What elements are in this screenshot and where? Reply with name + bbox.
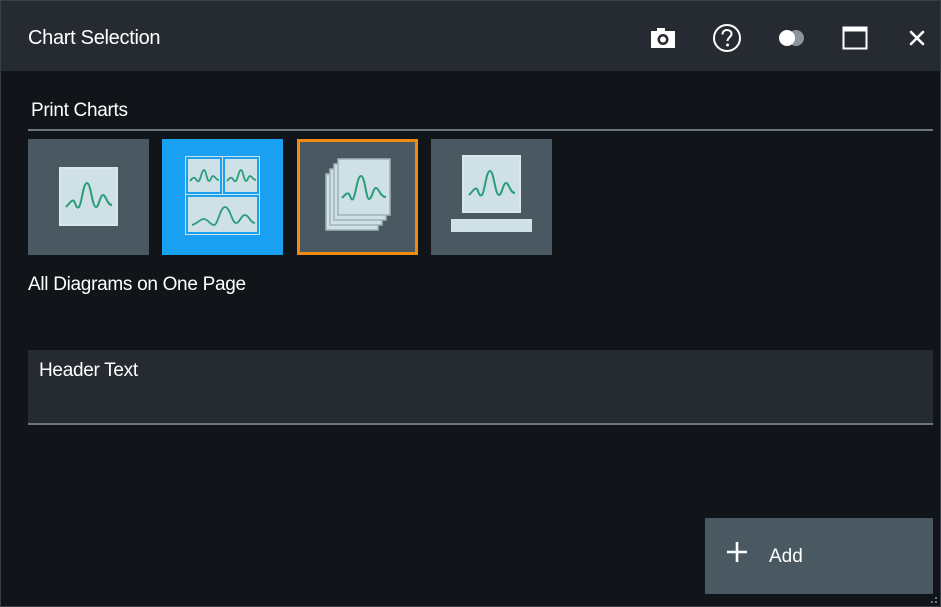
toggle-icon[interactable] — [774, 21, 808, 55]
single-diagram-option[interactable] — [28, 139, 149, 255]
header-text-field[interactable]: Header Text — [28, 350, 933, 425]
dialog-title: Chart Selection — [28, 27, 161, 49]
plus-icon — [727, 542, 747, 562]
print-charts-label: Print Charts — [31, 100, 128, 121]
chart-selection-dialog: Chart Selection Print Charts All Diagram… — [0, 0, 941, 607]
header-text-label: Header Text — [39, 360, 138, 381]
selected-layout-label: All Diagrams on One Page — [28, 274, 246, 295]
help-icon[interactable] — [710, 21, 744, 55]
maximize-icon[interactable] — [838, 21, 872, 55]
diagrams-on-separate-pages-option[interactable] — [297, 139, 418, 255]
section-divider — [28, 129, 933, 131]
diagram-with-table-icon — [451, 155, 532, 232]
multi-diagram-grid-icon — [185, 156, 260, 235]
resize-grip-icon[interactable] — [928, 594, 938, 604]
add-button[interactable]: Add — [705, 518, 933, 594]
title-bar: Chart Selection — [1, 1, 940, 71]
diagram-with-table-option[interactable] — [431, 139, 552, 255]
add-button-label: Add — [769, 546, 803, 567]
stacked-pages-icon — [325, 158, 391, 231]
single-diagram-icon — [59, 167, 118, 226]
all-diagrams-on-one-page-option[interactable] — [162, 139, 283, 255]
close-icon[interactable] — [900, 21, 934, 55]
camera-icon[interactable] — [646, 21, 680, 55]
